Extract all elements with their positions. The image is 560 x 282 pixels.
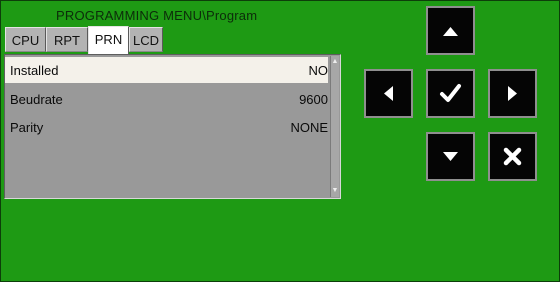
row-value: NONE bbox=[290, 120, 328, 135]
list-item-parity[interactable]: Parity NONE bbox=[5, 114, 328, 140]
row-label: Beudrate bbox=[10, 92, 63, 107]
hmi-screen: PROGRAMMING MENU\Program CPU RPT PRN LCD… bbox=[0, 0, 560, 282]
x-icon bbox=[503, 147, 522, 166]
arrow-right-icon bbox=[508, 86, 517, 101]
tab-lcd[interactable]: LCD bbox=[129, 27, 163, 52]
list-item-installed[interactable]: Installed NO bbox=[5, 57, 328, 83]
row-value: NO bbox=[308, 63, 329, 78]
tab-cpu[interactable]: CPU bbox=[5, 27, 46, 52]
confirm-button[interactable] bbox=[426, 69, 475, 118]
vertical-scrollbar[interactable]: ▲ ▼ bbox=[330, 56, 339, 197]
arrow-left-icon bbox=[384, 86, 393, 101]
row-label: Parity bbox=[10, 120, 44, 135]
right-button[interactable] bbox=[488, 69, 537, 118]
cancel-button[interactable] bbox=[488, 132, 537, 181]
menu-title: PROGRAMMING MENU\Program bbox=[56, 8, 258, 23]
arrow-down-icon bbox=[443, 152, 458, 161]
row-value: 9600 bbox=[299, 92, 328, 107]
scroll-down-icon[interactable]: ▼ bbox=[331, 185, 339, 197]
scroll-up-icon[interactable]: ▲ bbox=[331, 56, 339, 68]
checkmark-icon bbox=[440, 84, 461, 102]
down-button[interactable] bbox=[426, 132, 475, 181]
row-label: Installed bbox=[10, 63, 59, 78]
up-button[interactable] bbox=[426, 6, 475, 55]
arrow-up-icon bbox=[443, 27, 458, 36]
list-item-baudrate[interactable]: Beudrate 9600 bbox=[5, 86, 328, 112]
settings-list-panel: Installed NO Beudrate 9600 Parity NONE ▲… bbox=[4, 54, 341, 199]
left-button[interactable] bbox=[364, 69, 413, 118]
tab-prn[interactable]: PRN bbox=[88, 26, 129, 54]
tab-rpt[interactable]: RPT bbox=[46, 27, 88, 52]
